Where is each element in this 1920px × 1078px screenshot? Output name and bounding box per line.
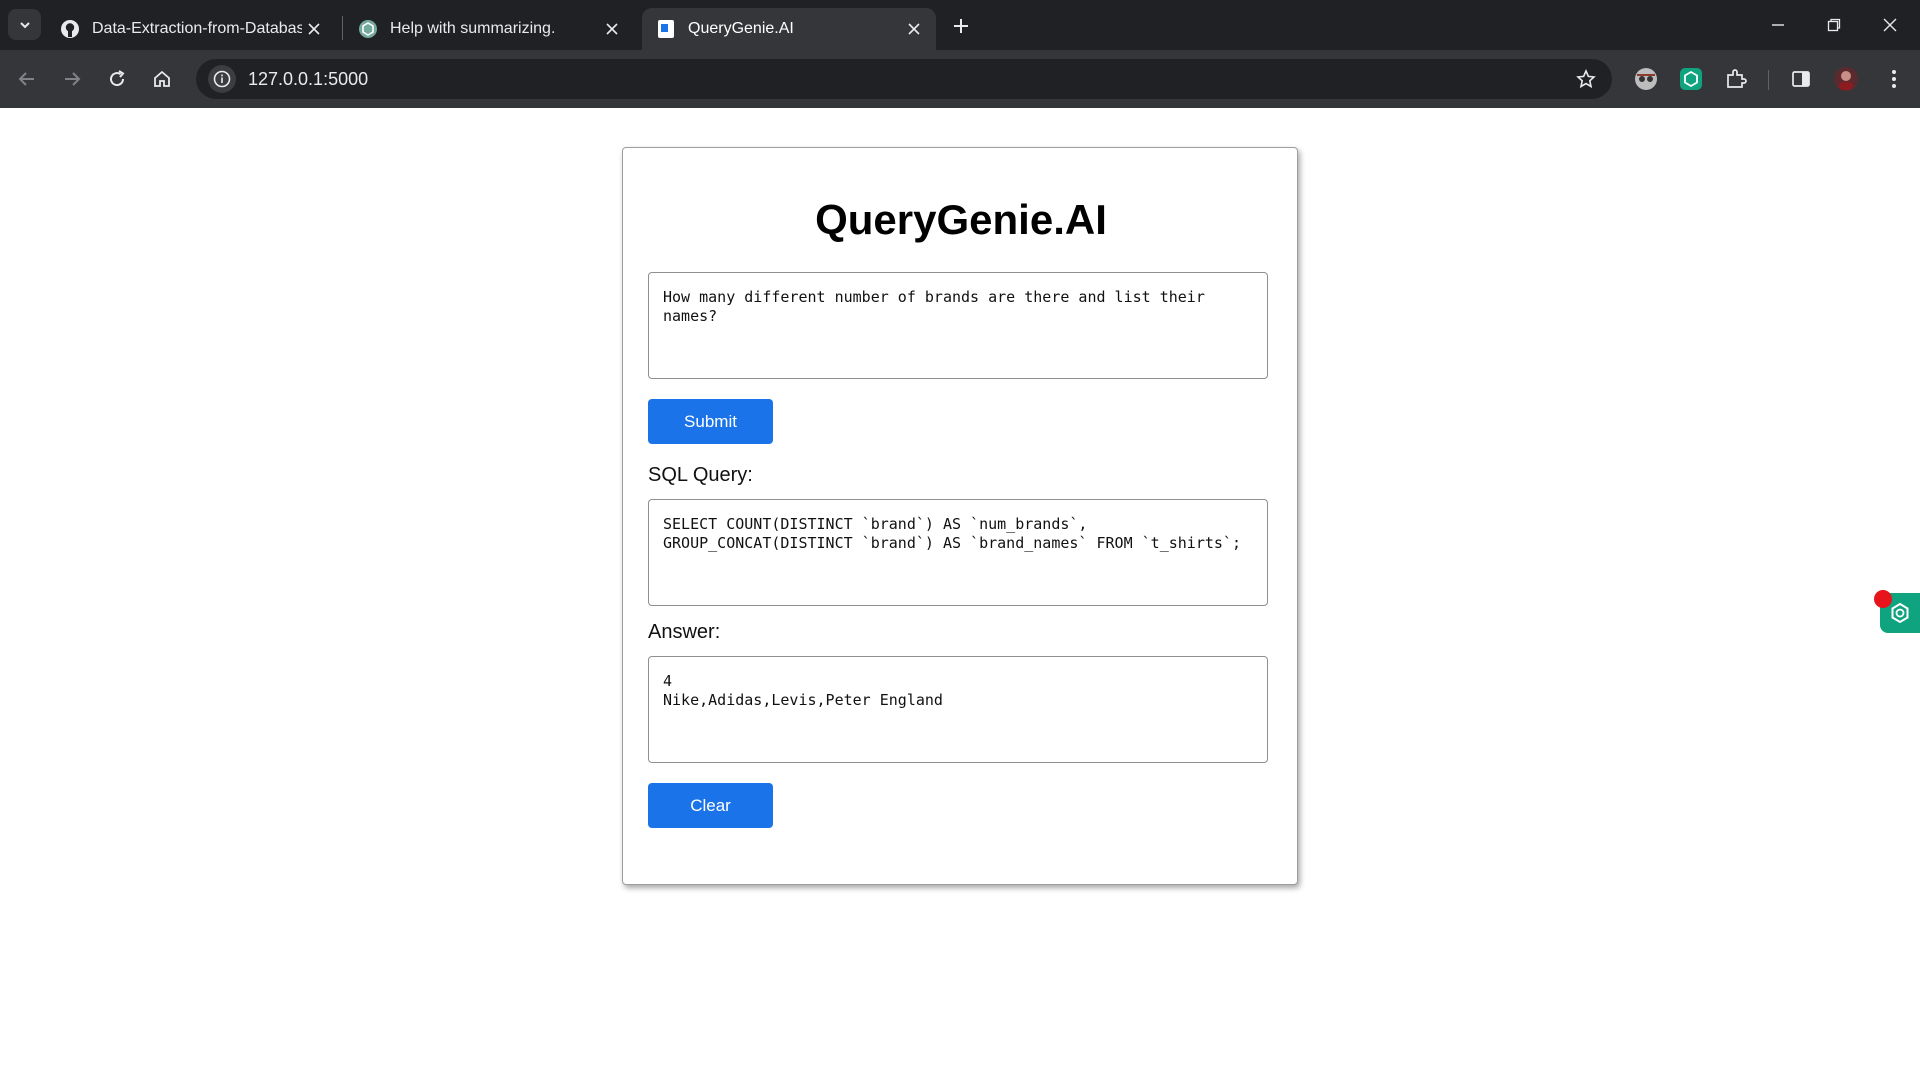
tab-title: QueryGenie.AI	[688, 20, 794, 37]
chatgpt-icon	[1891, 602, 1909, 624]
minimize-button[interactable]	[1758, 10, 1798, 40]
restore-icon	[1827, 18, 1841, 32]
url-text[interactable]: 127.0.0.1:5000	[248, 69, 368, 90]
home-button[interactable]	[145, 62, 179, 96]
tab-divider	[342, 16, 343, 40]
answer-label: Answer:	[648, 621, 721, 643]
close-icon[interactable]	[600, 17, 624, 41]
tab-title: Data-Extraction-from-Database	[92, 20, 302, 37]
profile-avatar[interactable]	[1832, 65, 1860, 93]
arrow-left-icon	[18, 72, 34, 86]
tab-help-with-summarizing[interactable]: Help with summarizing.	[344, 8, 634, 50]
browser-toolbar: 127.0.0.1:5000	[0, 50, 1920, 108]
sql-query-output[interactable]: SELECT COUNT(DISTINCT `brand`) AS `num_b…	[648, 499, 1268, 606]
minimize-icon	[1772, 24, 1784, 26]
reload-button[interactable]	[100, 62, 134, 96]
puzzle-icon[interactable]	[1722, 65, 1750, 93]
chatgpt-icon	[358, 19, 378, 39]
submit-button[interactable]: Submit	[648, 399, 773, 444]
close-icon[interactable]	[902, 17, 926, 41]
back-button[interactable]	[10, 62, 44, 96]
info-icon[interactable]	[208, 65, 236, 93]
toolbar-divider	[1768, 70, 1769, 90]
chatgpt-extension-icon[interactable]	[1677, 65, 1705, 93]
restore-button[interactable]	[1814, 10, 1854, 40]
document-icon	[656, 19, 676, 39]
tab-bar: Data-Extraction-from-Database Help with …	[0, 0, 1920, 50]
forward-button[interactable]	[55, 62, 89, 96]
reload-icon	[110, 70, 125, 87]
menu-kebab-icon[interactable]	[1880, 65, 1908, 93]
clear-button[interactable]: Clear	[648, 783, 773, 828]
page-title: QueryGenie.AI	[815, 196, 1107, 243]
tab-data-extraction[interactable]: Data-Extraction-from-Database	[46, 8, 336, 50]
tab-title: Help with summarizing.	[390, 20, 556, 37]
tab-querygenie[interactable]: QueryGenie.AI	[642, 8, 936, 50]
extension-icon[interactable]	[1632, 65, 1660, 93]
answer-output[interactable]: 4 Nike,Adidas,Levis,Peter England	[648, 656, 1268, 763]
close-window-button[interactable]	[1870, 10, 1910, 40]
new-tab-button[interactable]	[948, 13, 974, 39]
arrow-right-icon	[65, 72, 81, 86]
plus-icon	[954, 19, 968, 33]
query-card: QueryGenie.AI How many different number …	[622, 147, 1298, 885]
close-icon[interactable]	[302, 17, 326, 41]
close-icon	[1883, 18, 1897, 32]
sql-query-label: SQL Query:	[648, 464, 753, 486]
side-panel-icon[interactable]	[1787, 65, 1815, 93]
chevron-down-icon	[19, 21, 30, 28]
bookmark-star-icon[interactable]	[1574, 67, 1598, 91]
question-input[interactable]: How many different number of brands are …	[648, 272, 1268, 379]
notification-dot	[1874, 590, 1892, 608]
github-icon	[60, 19, 80, 39]
tab-search-button[interactable]	[8, 9, 41, 40]
address-bar[interactable]: 127.0.0.1:5000	[196, 59, 1612, 99]
home-icon	[154, 70, 170, 87]
